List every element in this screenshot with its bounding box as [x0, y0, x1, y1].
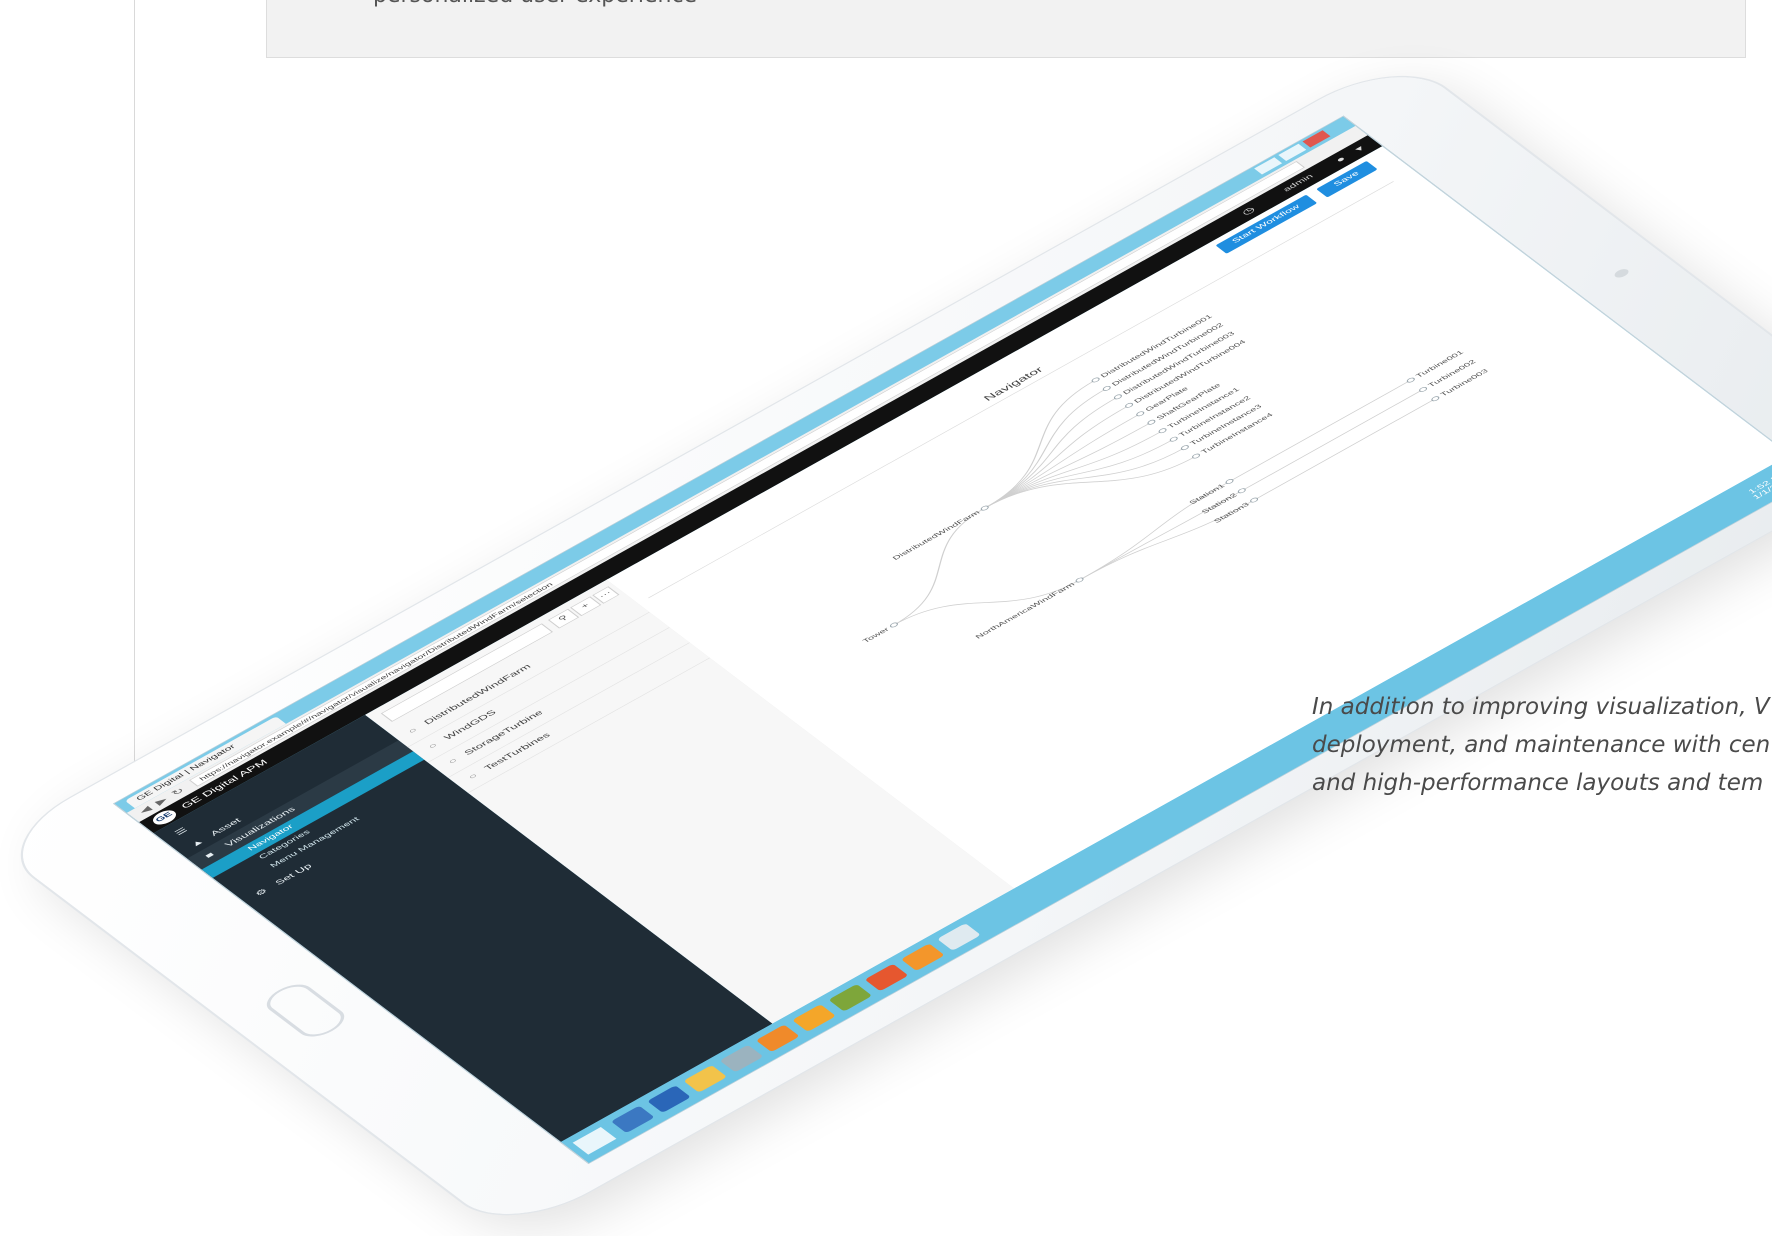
- tree-node-dot: [1192, 453, 1201, 459]
- notepad-icon[interactable]: [937, 923, 981, 951]
- tree-node-dot: [1136, 411, 1145, 417]
- tree-leaf-node[interactable]: Turbine003: [1429, 368, 1490, 403]
- tree-node-dot: [1250, 497, 1259, 503]
- app-icon[interactable]: [900, 943, 945, 972]
- tree-edge: [984, 405, 1130, 509]
- caption-line: In addition to improving visualization, …: [1312, 694, 1770, 720]
- tree-node-dot: [1419, 386, 1428, 392]
- tree-edge: [984, 438, 1175, 509]
- tree-node-dot: [980, 505, 989, 511]
- search-app-icon[interactable]: [719, 1044, 764, 1073]
- tree-edge: [984, 447, 1186, 509]
- tree-node-dot: [1091, 377, 1100, 383]
- tree-node-dot: [1406, 377, 1415, 383]
- user-icon[interactable]: ●: [1333, 154, 1348, 164]
- tree-node-dot: [1102, 385, 1111, 391]
- tree-edge: [1229, 379, 1412, 482]
- tree-edge: [984, 455, 1197, 509]
- app-icon[interactable]: [792, 1004, 836, 1032]
- back-icon[interactable]: ◀: [137, 804, 154, 815]
- chrome-icon[interactable]: [864, 963, 909, 992]
- tree-edge: [1241, 389, 1424, 492]
- tree-node-dot: [1180, 445, 1189, 451]
- tree-node-dot: [1225, 479, 1234, 484]
- tree-edge: [893, 579, 1080, 626]
- tree-node-label: DistributedWindTurbine002: [1110, 321, 1225, 387]
- tree-edge: [984, 396, 1119, 509]
- windows-start-icon[interactable]: [572, 1126, 617, 1155]
- folder-icon[interactable]: [683, 1065, 728, 1093]
- tree-edge: [1253, 398, 1436, 501]
- tree-node-dot: [1113, 394, 1122, 400]
- ie-icon[interactable]: [647, 1085, 691, 1113]
- tree-root-node[interactable]: Tower: [861, 621, 900, 644]
- feature-card-text: personalized user experience: [373, 0, 697, 8]
- tree-node-dot: [1125, 402, 1134, 408]
- tree-node-label: DistributedWindFarm: [891, 509, 982, 561]
- app-icon[interactable]: [755, 1024, 800, 1053]
- tablet-device: GE Digital | Navigator ◀ ▶ ↻ https://nav…: [0, 54, 1772, 1236]
- tree-node-dot: [1431, 396, 1440, 402]
- feature-card: personalized user experience: [266, 0, 1746, 58]
- gear-icon: ⚙: [253, 887, 270, 898]
- node-icon: ○: [466, 772, 480, 781]
- caption: In addition to improving visualization, …: [1312, 688, 1772, 802]
- caption-line: deployment, and maintenance with cen: [1312, 732, 1771, 758]
- tree-branch-node[interactable]: DistributedWindFarm: [891, 504, 991, 561]
- user-app-icon[interactable]: [610, 1105, 655, 1134]
- tablet-camera: [1612, 267, 1631, 280]
- tree-node-dot: [1158, 428, 1167, 434]
- app-icon[interactable]: [828, 983, 873, 1012]
- tree-edge: [984, 430, 1163, 509]
- tree-edge: [1079, 499, 1255, 581]
- tree-node-label: NorthAmericaWindFarm: [973, 581, 1076, 640]
- forward-icon[interactable]: ▶: [153, 795, 170, 806]
- tablet-screen: GE Digital | Navigator ◀ ▶ ↻ https://nav…: [113, 115, 1772, 1165]
- tree-branch-node[interactable]: NorthAmericaWindFarm: [973, 576, 1085, 640]
- tree-node-label: Turbine001: [1414, 349, 1466, 379]
- tablet-home-button[interactable]: [258, 978, 353, 1043]
- clock-icon[interactable]: ◷: [1239, 205, 1257, 217]
- chevron-down-icon[interactable]: ▾: [1352, 144, 1366, 153]
- tree-edge: [1079, 481, 1230, 581]
- caption-line: and high-performance layouts and tem: [1312, 770, 1764, 796]
- tree-edge: [984, 421, 1152, 509]
- tree-node-dot: [1169, 436, 1178, 442]
- tree-node-dot: [889, 622, 898, 628]
- tree-node-label: Tower: [861, 626, 891, 644]
- tree-edge: [984, 413, 1141, 509]
- tree-node-dot: [1075, 577, 1084, 583]
- tree-node-dot: [1237, 488, 1246, 494]
- tree-node-dot: [1147, 419, 1156, 425]
